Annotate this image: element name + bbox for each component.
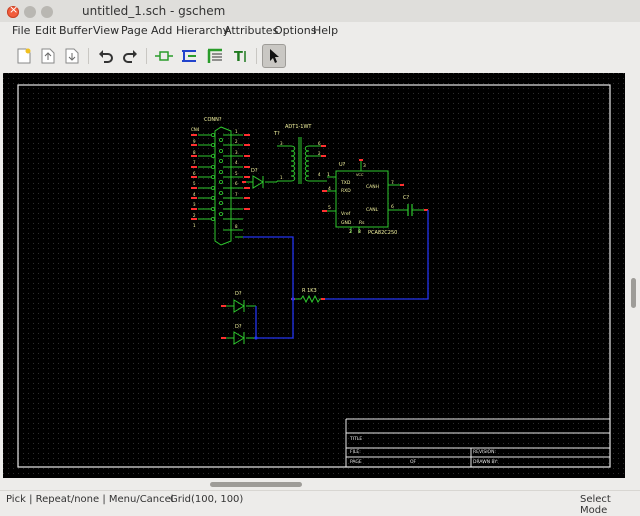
titleblock-drawn-by: DRAWN BY: [473, 459, 498, 465]
close-icon: × [9, 3, 19, 16]
redo-icon [123, 50, 137, 63]
ic-pin-vref: Vref [341, 211, 351, 217]
undo-button[interactable] [95, 45, 117, 67]
window-title: untitled_1.sch - gschem [82, 4, 226, 18]
connector-ref: CONN? [204, 117, 222, 123]
add-net-button[interactable] [178, 45, 200, 67]
status-pick: Pick [6, 494, 26, 505]
titleblock-file: FILE: [350, 449, 361, 455]
toolbar: T [0, 40, 640, 72]
ic-pin-num-8: 8 [358, 229, 361, 235]
menubar: File Edit Buffer View Page Add Hierarchy… [0, 22, 640, 40]
transformer-ref: T? [273, 131, 280, 137]
status-grid: Grid(100, 100) [170, 494, 244, 505]
menu-hierarchy[interactable]: Hierarchy [176, 24, 229, 37]
ic-pin-txd: TXD [340, 180, 351, 186]
schematic-drawing[interactable]: TITLE FILE: PAGE OF REVISION: DRAWN BY: … [3, 73, 625, 478]
vertical-scroll-thumb[interactable] [631, 278, 636, 308]
menu-buffer[interactable]: Buffer [59, 24, 92, 37]
diode-bottom-1-ref: D? [235, 291, 242, 297]
connector-left-label: CN4 [191, 127, 200, 132]
ic-pin-canh: CANH [366, 184, 379, 190]
menu-edit[interactable]: Edit [35, 24, 56, 37]
save-file-button[interactable] [61, 45, 83, 67]
add-component-icon [155, 51, 173, 61]
menu-options[interactable]: Options [274, 24, 316, 37]
menu-view[interactable]: View [93, 24, 119, 37]
status-mode: Select Mode [580, 494, 611, 516]
capacitor-ref: C? [403, 195, 409, 201]
diode-bottom-2-ref: D? [235, 324, 242, 330]
menu-attributes[interactable]: Attributes [224, 24, 278, 37]
ic-pin-vcc: VCC [356, 173, 364, 177]
open-file-button[interactable] [37, 45, 59, 67]
ic-pin-canl: CANL [366, 207, 379, 213]
resistor-value: R 1K3 [302, 288, 317, 294]
undo-icon [99, 50, 113, 63]
ic-pin-num-5: 5 [328, 205, 331, 211]
ic-ref: U? [339, 162, 346, 168]
titleblock-title: TITLE [349, 436, 362, 442]
menu-add[interactable]: Add [151, 24, 172, 37]
status-menu: Menu/Cancel [108, 494, 174, 505]
add-text-icon: T [234, 50, 246, 64]
add-bus-icon [207, 48, 222, 63]
close-window-button[interactable]: × [7, 3, 19, 18]
new-page-button[interactable] [13, 45, 35, 67]
transformer-value: ADT1-1WT [285, 124, 312, 130]
new-page-icon [17, 48, 31, 64]
add-bus-button[interactable] [204, 45, 226, 67]
add-net-icon [182, 50, 196, 62]
select-arrow-icon [270, 49, 279, 63]
status-repeat: Repeat/none [35, 494, 100, 505]
redo-button[interactable] [119, 45, 141, 67]
ic-pin-num-7: 7 [391, 180, 394, 186]
maximize-window-button[interactable] [41, 6, 53, 18]
titleblock-of: OF [410, 459, 417, 465]
ic-pin-rs: Rs [359, 220, 365, 226]
ic-pin-num-1: 1 [327, 172, 330, 178]
ic-pin-rxd: RXD [341, 188, 351, 194]
status-mouse-hints: Pick | Repeat/none | Menu/Cancel [6, 494, 174, 505]
menu-help[interactable]: Help [313, 24, 338, 37]
schematic-canvas[interactable]: TITLE FILE: PAGE OF REVISION: DRAWN BY: … [3, 73, 625, 478]
add-text-button[interactable]: T [230, 45, 252, 67]
add-component-button[interactable] [153, 45, 175, 67]
horizontal-scroll-thumb[interactable] [210, 482, 302, 487]
titleblock-page: PAGE [350, 459, 362, 465]
svg-text:T: T [234, 50, 243, 64]
ic-value: PCA82C250 [368, 230, 397, 236]
minimize-window-button[interactable] [24, 6, 36, 18]
vertical-scrollbar[interactable] [627, 73, 639, 478]
ic-pin-num-4: 4 [328, 186, 331, 192]
horizontal-scrollbar[interactable] [3, 479, 625, 489]
ic-pin-gnd: GND [341, 220, 352, 226]
menu-file[interactable]: File [12, 24, 30, 37]
titleblock-revision: REVISION: [473, 449, 496, 455]
menu-page[interactable]: Page [121, 24, 148, 37]
status-bar: Pick | Repeat/none | Menu/Cancel Grid(10… [0, 490, 640, 516]
ic-pin-num-3: 3 [363, 163, 366, 169]
diode-top-ref: D? [251, 168, 258, 174]
open-file-icon [41, 48, 55, 64]
select-mode-button[interactable] [262, 44, 286, 68]
ic-pin-num-2: 2 [349, 229, 352, 235]
ic-pin-num-6: 6 [391, 204, 394, 210]
save-file-icon [65, 48, 79, 64]
window-titlebar: × untitled_1.sch - gschem [0, 0, 640, 23]
